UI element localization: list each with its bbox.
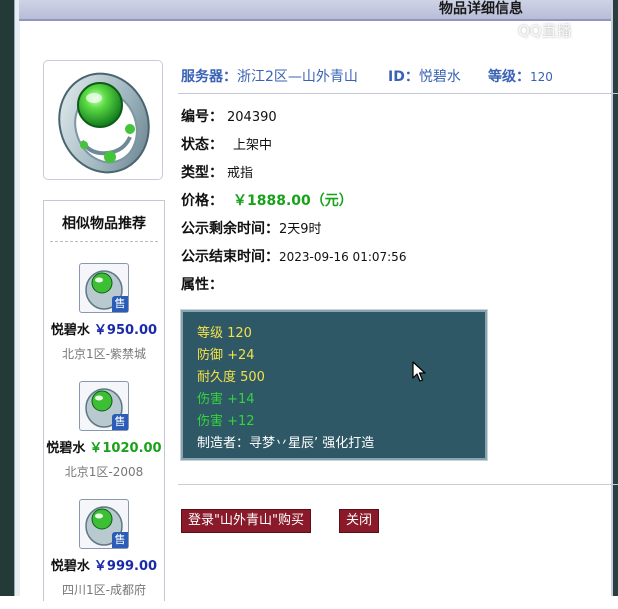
page-title: 物品详细信息: [439, 1, 523, 17]
item-server: 北京1区-紫禁城: [62, 347, 146, 361]
title-bar: 物品详细信息: [19, 0, 611, 21]
level-label: 等级：: [488, 69, 530, 85]
attr-label: 属性：: [181, 277, 223, 293]
attr-line: 伤害 +14: [197, 392, 255, 407]
item-price: ￥999.00: [93, 559, 158, 574]
number-row: 编号： 204390: [181, 106, 277, 126]
item-server: 四川1区-成都府: [62, 583, 146, 597]
attr-line: 制造者：寻梦丷星辰’ 强化打造: [197, 436, 375, 451]
item-name: 悦碧水: [46, 441, 86, 456]
level-value: 120: [530, 70, 553, 84]
left-frame: [0, 0, 20, 596]
list-item[interactable]: 售 悦碧水 ￥950.00 北京1区-紫禁城: [44, 263, 164, 373]
status-row: 状态： 上架中: [181, 134, 272, 154]
item-price: ￥950.00: [93, 323, 158, 338]
server-value: 浙江2区—山外青山: [237, 69, 358, 85]
attr-line: 耐久度 500: [197, 370, 265, 385]
jade-ring-icon: [58, 72, 150, 174]
item-thumbnail[interactable]: 售: [79, 263, 129, 313]
price-label: 价格：: [181, 193, 223, 209]
server-info: 服务器：浙江2区—山外青山: [181, 66, 358, 86]
watermark-logo: QQ直播: [518, 22, 572, 40]
list-item[interactable]: 售 悦碧水 ￥999.00 四川1区-成都府: [44, 499, 164, 609]
right-frame: [611, 0, 618, 596]
header-divider: [178, 93, 618, 94]
status-label: 状态：: [181, 137, 223, 153]
login-buy-button[interactable]: 登录"山外青山"购买: [181, 509, 311, 533]
mouse-cursor-icon: [412, 361, 426, 382]
remaining-row: 公示剩余时间：2天9时: [181, 218, 322, 238]
item-server: 北京1区-2008: [64, 465, 144, 479]
remaining-value: 2天9时: [279, 222, 322, 237]
item-line: 悦碧水 ￥1020.00: [44, 437, 164, 456]
item-line: 悦碧水 ￥950.00: [44, 319, 164, 338]
item-line: 悦碧水 ￥999.00: [44, 555, 164, 574]
bottom-divider: [178, 484, 618, 485]
similar-items-panel: 相似物品推荐 售 悦碧水 ￥950.00 北京1区-紫禁城 售 悦碧水 ￥1020.…: [43, 200, 165, 601]
similar-items-title: 相似物品推荐: [62, 216, 146, 232]
end-value: 2023-09-16 01:07:56: [279, 250, 407, 264]
id-label: ID：: [388, 69, 419, 85]
type-row: 类型： 戒指: [181, 162, 253, 182]
sale-badge: 售: [112, 296, 128, 312]
similar-items-divider: [50, 241, 158, 242]
id-value: 悦碧水: [418, 69, 461, 85]
number-value: 204390: [227, 110, 277, 125]
item-name: 悦碧水: [50, 559, 90, 574]
list-item[interactable]: 售 悦碧水 ￥1020.00 北京1区-2008: [44, 381, 164, 491]
item-price: ￥1020.00: [89, 441, 162, 456]
item-thumbnail[interactable]: 售: [79, 381, 129, 431]
price-row: 价格： ￥1888.00（元）: [181, 190, 353, 210]
server-label: 服务器：: [181, 69, 237, 85]
attr-line: 等级 120: [197, 326, 252, 341]
sale-badge: 售: [112, 414, 128, 430]
end-label: 公示结束时间：: [181, 249, 279, 265]
item-name: 悦碧水: [50, 323, 90, 338]
close-button[interactable]: 关闭: [339, 509, 380, 533]
attr-line: 伤害 +12: [197, 414, 255, 429]
item-thumbnail[interactable]: 售: [79, 499, 129, 549]
item-image: [43, 60, 163, 180]
type-label: 类型：: [181, 165, 223, 181]
number-label: 编号：: [181, 109, 223, 125]
type-value: 戒指: [227, 166, 254, 181]
price-value: ￥1888.00（元）: [233, 193, 353, 209]
status-value: 上架中: [233, 138, 273, 153]
attributes-box: 等级 120 防御 +24 耐久度 500 伤害 +14 伤害 +12 制造者：…: [181, 310, 487, 460]
sale-badge: 售: [112, 532, 128, 548]
level-info: 等级：120: [488, 66, 553, 86]
attr-row: 属性：: [181, 274, 223, 294]
remaining-label: 公示剩余时间：: [181, 221, 279, 237]
id-info: ID：悦碧水: [388, 66, 461, 86]
attr-line: 防御 +24: [197, 348, 255, 363]
end-row: 公示结束时间：2023-09-16 01:07:56: [181, 246, 406, 266]
